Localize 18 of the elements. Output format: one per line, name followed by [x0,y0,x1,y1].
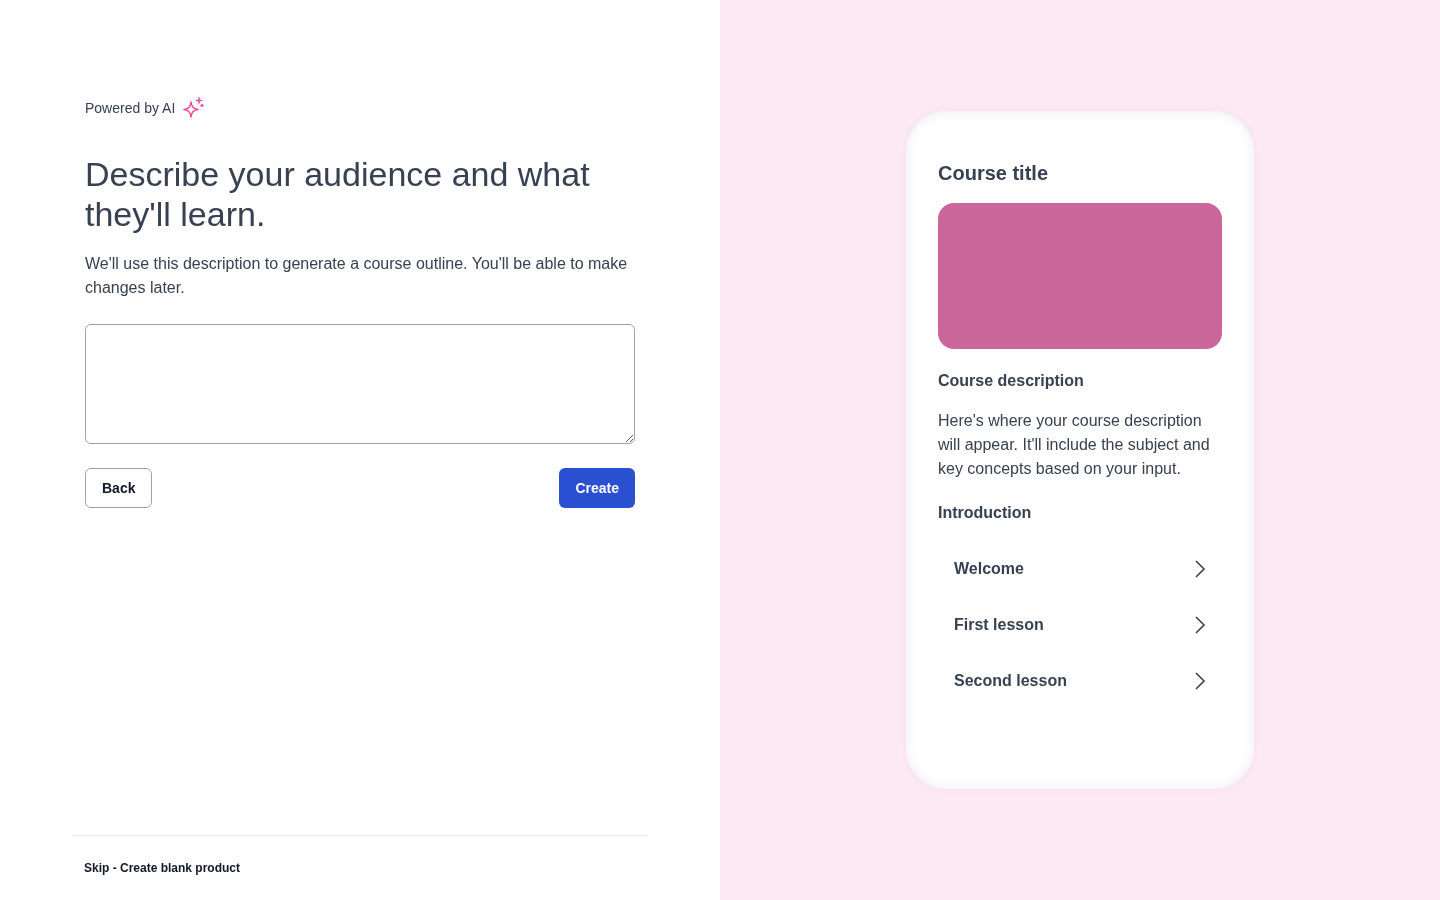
chevron-right-icon [1194,671,1206,691]
description-field[interactable] [85,324,635,444]
description-heading: Course description [938,371,1085,391]
chevron-right-icon [1194,615,1206,635]
back-button[interactable]: Back [85,468,153,508]
lesson-item[interactable]: First lesson [938,597,1222,653]
sparkle-icon [181,96,206,120]
course-title: Course title [938,161,1050,186]
section-heading: Introduction [938,503,1033,523]
lesson-item[interactable]: Welcome [938,541,1222,597]
create-button[interactable]: Create [559,468,635,508]
powered-by-label: Powered by AI [85,99,176,118]
lesson-item[interactable]: Second lesson [938,653,1222,709]
skip-link[interactable]: Skip - Create blank product [84,860,241,876]
chevron-right-icon [1194,559,1206,579]
page-heading: Describe your audience and what they'll learn. [85,154,591,234]
course-description: Here's where your course description will appear. It'll include the subject and key concepts based on your input. [938,411,1211,479]
page-subtitle: We'll use this description to generate a course outline. You'll be able to make changes later. [85,254,629,298]
